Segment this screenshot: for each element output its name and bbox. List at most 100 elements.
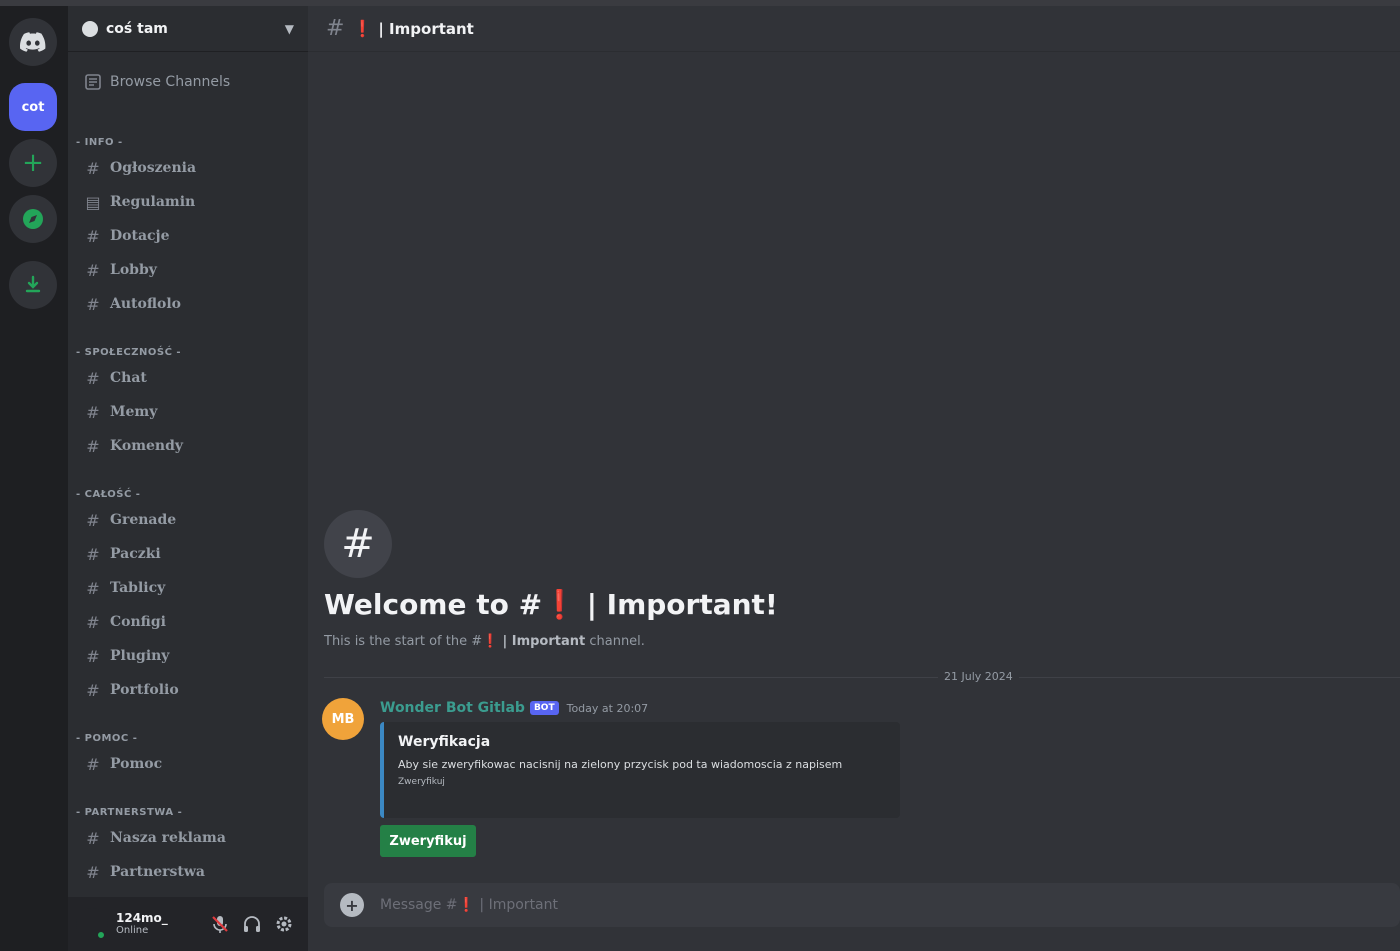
channel-item[interactable]: # Chat — [76, 363, 300, 393]
user-panel: 124mo_ Online — [68, 897, 308, 951]
channel-hash-icon: # — [86, 862, 100, 882]
discord-app: cot + coś tam ▼ Browse Channels - INFO -… — [0, 0, 1400, 951]
channel-header: # ❗ | Important — [308, 6, 1400, 52]
welcome-sub-suffix: channel. — [585, 634, 645, 649]
channel-name: Pluginy — [110, 648, 170, 664]
channel-name: Regulamin — [110, 194, 196, 210]
channel-item[interactable]: # Pomoc — [76, 749, 300, 779]
channel-name: Partnerstwa — [110, 864, 205, 880]
channel-hash-icon: # — [86, 294, 100, 314]
username: 124mo_ — [116, 910, 168, 925]
mute-mic-icon[interactable] — [204, 908, 236, 940]
channel-hash-icon: # — [86, 260, 100, 280]
headphones-icon[interactable] — [236, 908, 268, 940]
message-author[interactable]: Wonder Bot Gitlab — [380, 700, 525, 716]
channel-hash-icon: # — [86, 646, 100, 666]
guild-icon — [82, 20, 98, 37]
channel-name: Lobby — [110, 262, 157, 278]
channel-hash-icon: # — [86, 680, 100, 700]
date-divider-line — [324, 677, 1400, 678]
channel-item[interactable]: # Autoflolo — [76, 289, 300, 319]
channel-sidebar: coś tam ▼ Browse Channels - INFO - # Ogło… — [68, 6, 308, 951]
welcome-title: Welcome to #❗ | Important! — [324, 588, 778, 621]
channel-item[interactable]: # Paczki — [76, 539, 300, 569]
channel-name: Nasza reklama — [110, 830, 226, 846]
channel-hash-icon: # — [86, 436, 100, 456]
channel-hash-icon: # — [86, 544, 100, 564]
channel-item[interactable]: # Ogłoszenia — [76, 153, 300, 183]
channel-item[interactable]: # Pluginy — [76, 641, 300, 671]
channel-item[interactable]: # Configi — [76, 607, 300, 637]
channel-emoji: ❗ — [352, 19, 373, 38]
guild-name: coś tam — [106, 20, 168, 37]
category-pomoc[interactable]: - POMOC - — [76, 730, 137, 746]
channel-name: Chat — [110, 370, 147, 386]
category-calosc[interactable]: - CAŁOŚĆ - — [76, 486, 140, 502]
channel-hash-icon: # — [86, 402, 100, 422]
category-info[interactable]: - INFO - — [76, 134, 123, 150]
user-info[interactable]: 124mo_ Online — [116, 910, 204, 937]
guild-header[interactable]: coś tam ▼ — [68, 6, 308, 52]
channel-item[interactable]: # Portfolio — [76, 675, 300, 705]
discord-home-icon[interactable] — [9, 18, 57, 66]
channel-name: Paczki — [110, 546, 161, 562]
channel-item[interactable]: ▤ Regulamin — [76, 187, 300, 217]
channel-hash-icon: # — [86, 368, 100, 388]
message-timestamp: Today at 20:07 — [566, 701, 649, 715]
channel-item[interactable]: # Nasza reklama — [76, 823, 300, 853]
message-header: Wonder Bot Gitlab BOT Today at 20:07 — [380, 700, 648, 716]
channel-item[interactable]: # Lobby — [76, 255, 300, 285]
add-attachment-icon[interactable]: + — [340, 893, 364, 917]
gear-icon[interactable] — [268, 908, 300, 940]
channel-title: | Important — [378, 19, 474, 38]
category-partnerstwa[interactable]: - PARTNERSTWA - — [76, 804, 182, 820]
category-spolecznosc[interactable]: - SPOŁECZNOŚĆ - — [76, 344, 181, 360]
avatar[interactable] — [76, 908, 108, 940]
welcome-title-name: | Important! — [586, 588, 778, 621]
channel-item[interactable]: # Partnerstwa — [76, 857, 300, 887]
server-icon-active[interactable]: cot — [9, 83, 57, 131]
channel-name: Portfolio — [110, 682, 179, 698]
channel-item[interactable]: # Dotacje — [76, 221, 300, 251]
rules-channel-icon: ▤ — [85, 192, 101, 212]
channel-item[interactable]: # Grenade — [76, 505, 300, 535]
embed-footer: Zweryfikuj — [398, 777, 445, 787]
announcement-channel-icon: # — [86, 158, 100, 178]
date-divider: 21 July 2024 — [938, 670, 1019, 683]
channel-hash-icon: # — [326, 16, 345, 41]
channel-item[interactable]: # Memy — [76, 397, 300, 427]
download-icon[interactable] — [9, 261, 57, 309]
embed-description: Aby sie zweryfikowac nacisnij na zielony… — [398, 758, 843, 771]
verify-button[interactable]: Zweryfikuj — [380, 825, 476, 857]
channel-name: Komendy — [110, 438, 184, 454]
add-server-icon[interactable]: + — [9, 139, 57, 187]
forum-channel-icon: # — [86, 754, 100, 774]
channel-item[interactable]: # Komendy — [76, 431, 300, 461]
bot-badge: BOT — [529, 701, 559, 715]
channel-name: Pomoc — [110, 756, 163, 772]
welcome-sub-emoji: ❗ — [482, 634, 499, 649]
channel-name: Dotacje — [110, 228, 170, 244]
avatar[interactable]: MB — [322, 698, 364, 740]
channel-hash-icon: # — [324, 510, 392, 578]
welcome-sub-channel: | Important — [502, 634, 586, 649]
browse-channels-button[interactable]: Browse Channels — [76, 66, 300, 98]
explore-icon[interactable] — [9, 195, 57, 243]
user-status: Online — [116, 925, 149, 937]
online-status-dot — [96, 930, 106, 940]
chevron-down-icon: ▼ — [284, 21, 294, 36]
channel-name: Ogłoszenia — [110, 160, 197, 176]
message-embed: Weryfikacja Aby sie zweryfikowac nacisni… — [380, 722, 900, 818]
channel-hash-icon: # — [86, 510, 100, 530]
channel-name: Autoflolo — [110, 296, 182, 312]
browse-channels-icon — [85, 74, 101, 90]
channel-item[interactable]: # Tablicy — [76, 573, 300, 603]
welcome-subtitle: This is the start of the #❗ | Important … — [324, 634, 645, 649]
channel-hash-icon: # — [86, 578, 100, 598]
embed-title: Weryfikacja — [398, 734, 491, 750]
message-input[interactable] — [380, 897, 1384, 913]
channel-hash-icon: # — [86, 612, 100, 632]
welcome-title-emoji: ❗ — [542, 588, 577, 621]
welcome-title-prefix: Welcome to # — [324, 588, 543, 621]
message-composer: + — [324, 883, 1400, 927]
